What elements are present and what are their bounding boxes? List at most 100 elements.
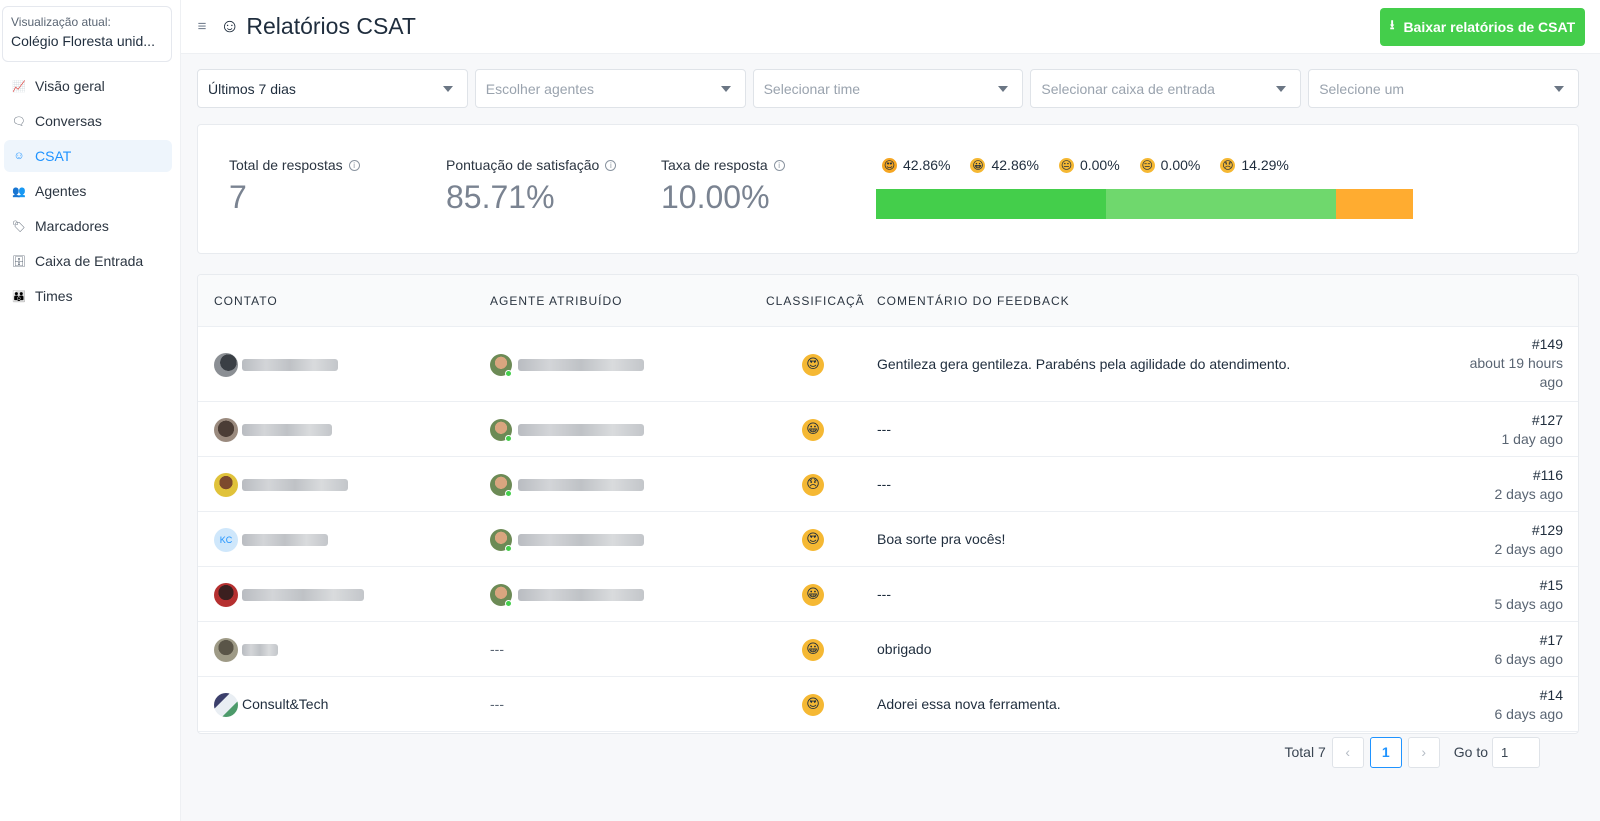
current-view-caption: Visualização atual: — [11, 15, 111, 29]
metric-response-rate-value: 10.00% — [661, 179, 770, 215]
metric-satisfaction-value: 85.71% — [446, 179, 555, 215]
conversation-link[interactable]: #127 — [1502, 411, 1563, 430]
team-filter[interactable]: Selecionar time — [752, 69, 1024, 108]
feedback-comment: --- — [877, 420, 891, 437]
rating-percent: 42.86% — [991, 157, 1039, 173]
csat-metrics-card: Total de respostas i 7 Pontuação de satis… — [197, 124, 1579, 254]
goto-page-input[interactable]: 1 — [1492, 736, 1540, 768]
feedback-comment: Boa sorte pra vocês! — [877, 530, 1006, 547]
info-icon[interactable]: i — [605, 159, 617, 171]
table-row[interactable]: 😀 --- #127 1 day ago — [198, 402, 1578, 457]
chevron-left-icon: ‹ — [1345, 744, 1351, 760]
goto-label: Go to — [1453, 744, 1488, 760]
page-header: ≡ ☺ Relatórios CSAT ⭳ Baixar relatórios … — [181, 0, 1600, 54]
contact-name-redacted — [242, 588, 364, 601]
filter-value: Últimos 7 dias — [208, 80, 296, 97]
sidebar-item-label: CSAT — [35, 148, 72, 164]
chart-line-icon: 📈 — [12, 80, 26, 93]
inbox-filter[interactable]: Selecionar caixa de entrada — [1030, 69, 1302, 108]
prev-page-button[interactable]: ‹ — [1331, 736, 1364, 768]
agent-empty: --- — [490, 695, 504, 712]
agent-name-redacted — [518, 358, 644, 371]
contact-name-redacted — [242, 478, 348, 491]
agent-name-redacted — [518, 533, 644, 546]
pagination: Total 7 ‹ 1 › Go to 1 — [1284, 736, 1540, 768]
rating-percent: 0.00% — [1079, 157, 1120, 173]
conversation-time: 6 days ago — [1494, 706, 1564, 722]
next-page-button[interactable]: › — [1407, 736, 1440, 768]
conversation-meta: #149 about 19 hours ago — [1458, 335, 1563, 392]
avatar — [214, 637, 238, 662]
rating-emoji-icon: 😍 — [802, 353, 824, 376]
conversation-time: 6 days ago — [1494, 651, 1564, 667]
feedback-comment: obrigado — [877, 640, 932, 657]
online-status-icon — [505, 599, 512, 607]
sidebar-item-label: Times — [35, 288, 73, 304]
feedback-comment: --- — [877, 585, 891, 602]
rating-emoji-icon: 😀 — [802, 638, 824, 661]
metric-total-value: 7 — [229, 179, 247, 215]
sidebar-item-caixa-de-entrada[interactable]: 🗄 Caixa de Entrada — [4, 245, 172, 277]
agent-name-redacted — [518, 588, 644, 601]
metric-total-responses: Total de respostas i 7 — [229, 157, 360, 216]
pagination-total: Total 7 — [1284, 744, 1326, 760]
online-status-icon — [505, 544, 512, 552]
sidebar-item-times[interactable]: 👪 Times — [4, 280, 172, 312]
table-row[interactable]: 😍 Gentileza gera gentileza. Parabéns pela… — [198, 327, 1578, 402]
conversation-link[interactable]: #116 — [1495, 466, 1563, 485]
sidebar-item-conversas[interactable]: 🗨 Conversas — [4, 105, 172, 137]
chevron-down-icon — [1553, 86, 1564, 92]
sidebar-item-marcadores[interactable]: 🏷 Marcadores — [4, 210, 172, 242]
sidebar-item-agentes[interactable]: 👥 Agentes — [4, 175, 172, 207]
feedback-comment: --- — [877, 475, 891, 492]
current-view-selector[interactable]: Visualização atual: Colégio Floresta uni… — [2, 6, 172, 62]
smiley-icon: ☺ — [220, 15, 240, 37]
conversation-time: 1 day ago — [1501, 431, 1564, 447]
page-number-button[interactable]: 1 — [1369, 736, 1402, 768]
agents-filter[interactable]: Escolher agentes — [474, 69, 746, 108]
info-icon[interactable]: i — [348, 159, 360, 171]
conversation-time: 5 days ago — [1494, 596, 1564, 612]
rating-percent: 0.00% — [1160, 157, 1201, 173]
conversation-meta: #127 1 day ago — [1502, 411, 1564, 449]
rating-bar-segment — [876, 189, 1107, 219]
contact-name-redacted — [242, 423, 332, 436]
table-row[interactable]: --- 😀 obrigado #17 6 days ago — [198, 622, 1578, 677]
conversation-link[interactable]: #149 — [1458, 335, 1563, 354]
rating-bar-segment — [1106, 189, 1337, 219]
online-status-icon — [505, 489, 512, 497]
download-csat-button[interactable]: ⭳ Baixar relatórios de CSAT — [1380, 8, 1585, 46]
metric-response-rate-label: Taxa de resposta — [661, 157, 768, 173]
menu-toggle-icon[interactable]: ≡ — [194, 18, 210, 35]
conversation-meta: #129 2 days ago — [1495, 521, 1564, 559]
download-icon: ⭳ — [1389, 17, 1395, 32]
column-header-feedback: COMENTÁRIO DO FEEDBACK — [877, 294, 1070, 308]
rating-legend-item: 😍 42.86% — [882, 157, 950, 173]
table-row[interactable]: 😞 --- #116 2 days ago — [198, 457, 1578, 512]
sidebar-item-visão-geral[interactable]: 📈 Visão geral — [4, 70, 172, 102]
info-icon[interactable]: i — [773, 159, 785, 171]
rating-legend-item: 😞 14.29% — [1220, 157, 1289, 173]
feedback-comment: Adorei essa nova ferramenta. — [877, 695, 1061, 712]
sidebar-nav: 📈 Visão geral 🗨 Conversas ☺ CSAT 👥 Agentes 🏷 Marc… — [0, 70, 180, 312]
conversation-link[interactable]: #14 — [1495, 686, 1563, 705]
conversation-link[interactable]: #129 — [1495, 521, 1563, 540]
sidebar-item-csat[interactable]: ☺ CSAT — [4, 140, 172, 172]
conversation-time: 2 days ago — [1494, 541, 1564, 557]
grin-icon: 😀 — [970, 157, 986, 173]
table-row[interactable]: 😀 --- #15 5 days ago — [198, 567, 1578, 622]
conversation-meta: #14 6 days ago — [1495, 686, 1564, 724]
avatar — [214, 472, 238, 497]
avatar — [214, 352, 238, 377]
table-row[interactable]: Consult&Tech --- 😍 Adorei essa nova ferrame… — [198, 677, 1578, 732]
rating-emoji-icon: 😍 — [802, 528, 824, 551]
generic-filter[interactable]: Selecione um — [1308, 69, 1579, 108]
rating-bar-segment — [1336, 189, 1414, 219]
contact-name[interactable]: Consult&Tech — [242, 696, 328, 712]
conversation-link[interactable]: #15 — [1495, 576, 1563, 595]
table-row[interactable]: KC 😍 Boa sorte pra vocês! #129 2 days ago — [198, 512, 1578, 567]
conversation-link[interactable]: #17 — [1495, 631, 1563, 650]
column-header-agent: AGENTE ATRIBUÍDO — [490, 294, 623, 308]
table-header: CONTATO AGENTE ATRIBUÍDO CLASSIFICAÇÃ CO… — [198, 275, 1578, 327]
date-range-filter[interactable]: Últimos 7 dias — [197, 69, 468, 108]
